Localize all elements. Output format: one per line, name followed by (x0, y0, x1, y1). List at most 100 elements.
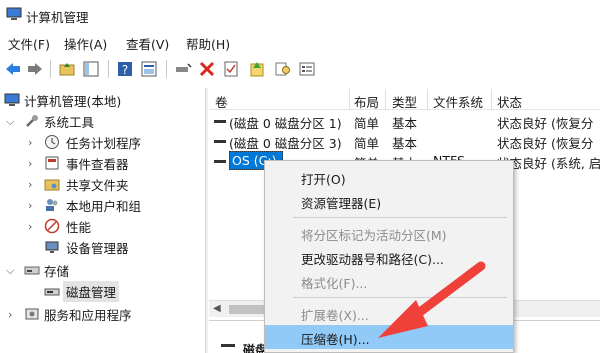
computer-management-icon (6, 7, 22, 20)
scroll-left-icon[interactable]: ◀ (213, 303, 221, 314)
column-divider[interactable] (349, 89, 350, 110)
menu-item-shrink-volume[interactable]: 压缩卷(H)... (265, 325, 513, 349)
title-bar: 计算机管理 (0, 0, 600, 30)
menu-item-label: 扩展卷(X)... (301, 308, 369, 323)
tree-label: 任务计划程序 (66, 136, 142, 151)
menu-item-label: 压缩卷(H)... (301, 332, 370, 347)
forward-arrow-icon[interactable] (26, 60, 44, 78)
menu-item-open[interactable]: 打开(O) (265, 165, 513, 189)
shared-folder-icon (44, 179, 60, 191)
svg-text:?: ? (122, 63, 128, 77)
menu-action[interactable]: 操作(A) (64, 34, 107, 53)
menu-separator (293, 297, 507, 298)
navigation-tree: 计算机管理(本地) ⌵ 系统工具 › 任务计划程序 › 事件查看器 › 共享文件… (0, 88, 205, 353)
column-divider[interactable] (491, 89, 492, 110)
chevron-right-icon[interactable]: › (28, 199, 32, 212)
chevron-right-icon[interactable]: › (8, 308, 12, 321)
up-folder-icon[interactable] (58, 60, 76, 78)
window-title: 计算机管理 (26, 10, 89, 25)
column-divider[interactable] (385, 89, 386, 110)
device-manager-icon (45, 241, 59, 253)
chevron-right-icon[interactable]: › (28, 178, 32, 191)
disk-icon (221, 344, 235, 347)
chevron-right-icon[interactable]: › (28, 136, 32, 149)
cell-status: 状态良好 (恢复分 (497, 136, 594, 151)
menu-item-mark-active: 将分区标记为活动分区(M) (265, 221, 513, 245)
menu-view[interactable]: 查看(V) (126, 34, 169, 53)
column-header-volume[interactable]: 卷 (215, 92, 228, 111)
menu-item-label: 格式化(F)... (301, 276, 368, 291)
toolbar-separator (166, 60, 167, 78)
up-arrow-doc-icon[interactable] (248, 60, 266, 78)
toolbar-separator (50, 60, 51, 78)
menu-item-label: 更改驱动器号和路径(C)... (301, 252, 444, 267)
toolbar: ? (0, 54, 600, 84)
column-header-filesystem[interactable]: 文件系统 (433, 92, 483, 111)
menu-bar: 文件(F) 操作(A) 查看(V) 帮助(H) (0, 30, 600, 52)
checklist-icon[interactable] (222, 60, 240, 78)
tree-label: 计算机管理(本地) (24, 94, 122, 109)
context-menu: 打开(O) 资源管理器(E) 将分区标记为活动分区(M) 更改驱动器号和路径(C… (264, 160, 514, 353)
menu-file[interactable]: 文件(F) (8, 34, 50, 53)
list-view-icon[interactable] (298, 60, 316, 78)
tree-label: 存储 (44, 264, 70, 279)
chevron-down-icon[interactable]: ⌵ (6, 115, 14, 129)
show-hide-tree-icon[interactable] (82, 60, 100, 78)
computer-management-icon (4, 93, 20, 106)
cell-type: 基本 (392, 116, 418, 131)
properties-icon[interactable] (140, 60, 158, 78)
menu-item-change-drive-letter[interactable]: 更改驱动器号和路径(C)... (265, 245, 513, 269)
column-header-layout[interactable]: 布局 (354, 92, 379, 111)
menu-help[interactable]: 帮助(H) (186, 34, 230, 53)
connect-drive-icon[interactable] (174, 60, 192, 78)
column-header-status[interactable]: 状态 (497, 92, 522, 111)
disk-management-icon (44, 288, 60, 296)
menu-item-label: 打开(O) (301, 172, 346, 187)
cell-status: 状态良好 (恢复分 (497, 116, 594, 131)
back-arrow-icon[interactable] (4, 60, 22, 78)
column-divider[interactable] (427, 89, 428, 110)
cell-type: 基本 (392, 136, 418, 151)
scrollbar-thumb[interactable] (229, 305, 269, 314)
tree-label: 系统工具 (44, 115, 95, 130)
users-icon (46, 199, 58, 211)
menu-item-label: 资源管理器(E) (301, 196, 382, 211)
column-header-type[interactable]: 类型 (392, 92, 417, 111)
tree-label: 事件查看器 (66, 157, 129, 172)
chevron-down-icon[interactable]: ⌵ (6, 264, 14, 278)
tree-label: 本地用户和组 (66, 199, 142, 214)
table-row[interactable]: (磁盘 0 磁盘分区 3) 简单 基本 状态良好 (恢复分 (209, 131, 600, 151)
tree-label: 服务和应用程序 (44, 308, 132, 323)
tree-label: 磁盘管理 (63, 281, 120, 302)
menu-item-label: 将分区标记为活动分区(M) (301, 228, 447, 243)
cell-layout: 简单 (354, 116, 380, 131)
column-header-row: 卷 布局 类型 文件系统 状态 (209, 89, 600, 110)
menu-separator (293, 217, 507, 218)
tree-label: 共享文件夹 (66, 178, 129, 193)
pane-splitter[interactable] (205, 88, 208, 353)
volume-icon (214, 160, 226, 163)
tree-label: 性能 (66, 220, 92, 235)
menu-item-explorer[interactable]: 资源管理器(E) (265, 189, 513, 213)
cell-volume: (磁盘 0 磁盘分区 1) (229, 116, 342, 131)
event-viewer-icon (45, 156, 59, 170)
volume-icon (214, 120, 226, 123)
tools-icon (26, 115, 38, 127)
search-doc-icon[interactable] (274, 60, 292, 78)
delete-icon[interactable] (198, 60, 216, 78)
help-icon[interactable]: ? (116, 60, 134, 78)
chevron-right-icon[interactable]: › (28, 220, 32, 233)
tree-label: 设备管理器 (66, 241, 129, 256)
performance-icon (44, 218, 60, 234)
cell-layout: 简单 (354, 136, 380, 151)
toolbar-separator (108, 60, 109, 78)
chevron-right-icon[interactable]: › (28, 157, 32, 170)
services-icon (25, 308, 39, 320)
menu-item-format: 格式化(F)... (265, 269, 513, 293)
storage-icon (24, 266, 40, 275)
table-row[interactable]: (磁盘 0 磁盘分区 1) 简单 基本 状态良好 (恢复分 (209, 111, 600, 131)
menu-item-extend-volume: 扩展卷(X)... (265, 301, 513, 325)
cell-volume: (磁盘 0 磁盘分区 3) (229, 136, 342, 151)
clock-icon (45, 135, 59, 149)
volume-icon (214, 140, 226, 143)
